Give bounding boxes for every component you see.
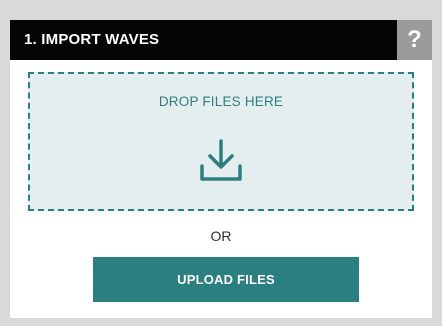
panel-title: 1. IMPORT WAVES — [24, 31, 160, 48]
upload-files-button[interactable]: UPLOAD FILES — [93, 257, 359, 302]
download-icon — [200, 139, 242, 181]
import-waves-panel: 1. IMPORT WAVES ? DROP FILES HERE OR UPL… — [10, 20, 432, 318]
dropzone-label: DROP FILES HERE — [158, 94, 284, 109]
panel-header: 1. IMPORT WAVES ? — [10, 20, 432, 60]
file-dropzone[interactable]: DROP FILES HERE — [28, 72, 414, 211]
or-separator: OR — [210, 228, 232, 244]
help-button[interactable]: ? — [397, 20, 432, 60]
